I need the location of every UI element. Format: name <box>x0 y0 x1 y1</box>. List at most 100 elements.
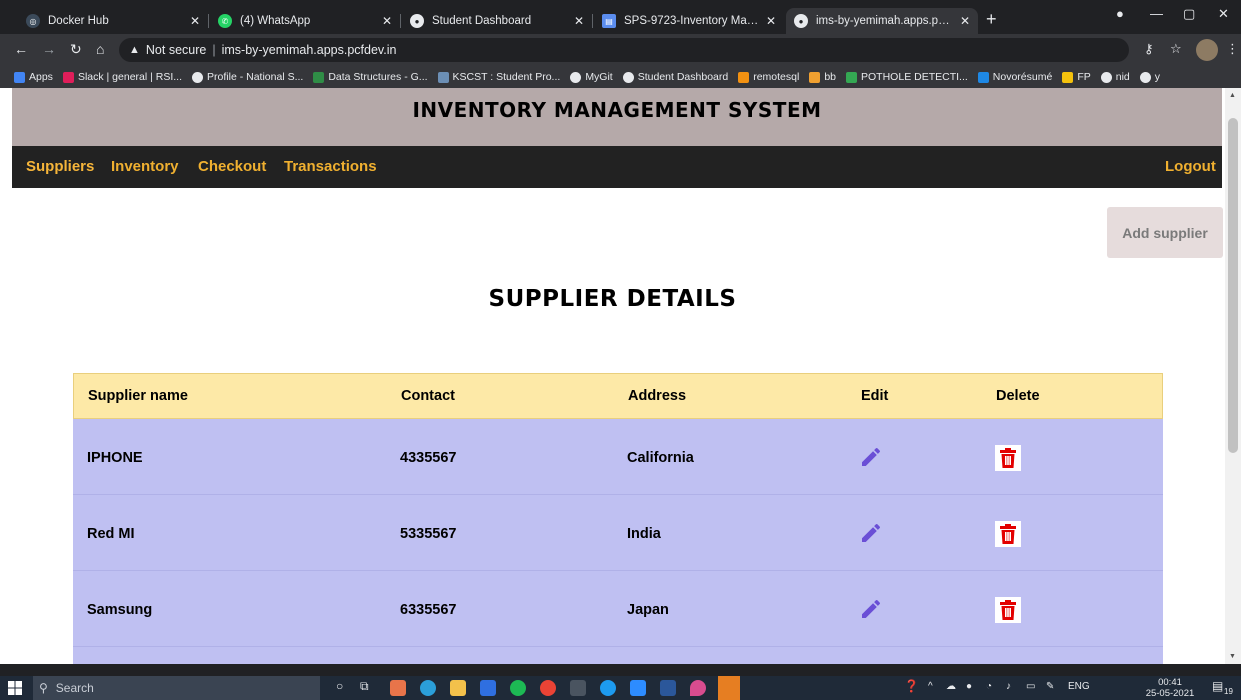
task-view-icon[interactable]: ⧉ <box>360 679 369 694</box>
close-tab-icon[interactable]: ✕ <box>574 14 584 28</box>
docker-icon[interactable] <box>600 680 616 696</box>
globe-icon: ● <box>410 14 424 28</box>
page-scrollbar[interactable]: ▲ ▼ <box>1225 88 1241 664</box>
supplier-name: Samsung <box>87 602 153 618</box>
terminal-icon[interactable] <box>570 680 586 696</box>
apps-grid-icon <box>14 71 25 83</box>
nav-suppliers[interactable]: Suppliers <box>26 158 94 175</box>
whatsapp-icon: ✆ <box>218 14 232 28</box>
bookmark-kscst[interactable]: KSCST : Student Pro... <box>437 71 560 83</box>
delete-trash-icon[interactable] <box>995 521 1021 547</box>
add-supplier-button[interactable]: Add supplier <box>1107 207 1223 258</box>
file-explorer-icon[interactable] <box>450 680 466 696</box>
office-icon[interactable] <box>390 680 406 696</box>
supplier-address: California <box>627 450 694 466</box>
cloud-icon[interactable]: ☁ <box>946 681 956 692</box>
volume-icon[interactable]: ♪ <box>1006 681 1011 692</box>
close-tab-icon[interactable]: ✕ <box>960 14 970 28</box>
help-icon[interactable]: ❓ <box>904 679 919 693</box>
site-title: INVENTORY MANAGEMENT SYSTEM <box>412 98 822 122</box>
windows-start-icon[interactable] <box>8 681 22 695</box>
clock-time: 00:41 <box>1158 677 1182 688</box>
novoresume-icon <box>977 71 989 83</box>
bookmark-slack[interactable]: Slack | general | RSI... <box>62 71 182 83</box>
cortana-icon[interactable]: ○ <box>336 679 343 693</box>
delete-trash-icon[interactable] <box>995 445 1021 471</box>
url-input[interactable]: ▲ Not secure | ims-by-yemimah.apps.pcfde… <box>119 38 1129 62</box>
column-header-delete: Delete <box>996 388 1040 404</box>
bookmark-bb[interactable]: bb <box>809 71 836 83</box>
tab-search-icon[interactable]: ● <box>1116 6 1124 21</box>
edit-pencil-icon[interactable] <box>859 597 883 621</box>
powerbi-icon[interactable] <box>718 676 740 700</box>
taskbar-search-input[interactable]: ⚲ Search <box>33 676 320 700</box>
tab-docker-hub[interactable]: ◎ Docker Hub ✕ <box>18 8 208 34</box>
avatar[interactable] <box>1196 39 1218 61</box>
bookmark-data-structures[interactable]: Data Structures - G... <box>313 71 428 83</box>
wifi-icon[interactable]: ◔ <box>986 681 992 692</box>
slack-icon <box>62 71 74 83</box>
bookmark-y[interactable]: y <box>1139 71 1160 83</box>
close-tab-icon[interactable]: ✕ <box>382 14 392 28</box>
chrome-icon[interactable] <box>540 680 556 696</box>
taskbar-clock[interactable]: 00:41 25-05-2021 <box>1145 677 1195 699</box>
edit-pencil-icon[interactable] <box>859 445 883 469</box>
home-icon[interactable]: ⌂ <box>96 41 104 57</box>
chevron-up-icon[interactable]: ^ <box>928 681 933 692</box>
bookmark-profile[interactable]: Profile - National S... <box>192 71 303 83</box>
close-tab-icon[interactable]: ✕ <box>766 14 776 28</box>
nav-checkout[interactable]: Checkout <box>198 158 266 175</box>
scroll-down-icon[interactable]: ▼ <box>1229 653 1236 660</box>
scroll-up-icon[interactable]: ▲ <box>1229 92 1236 99</box>
bookmark-mygit[interactable]: MyGit <box>570 71 613 83</box>
nav-inventory[interactable]: Inventory <box>111 158 179 175</box>
new-tab-button[interactable]: + <box>986 9 997 30</box>
mic-icon[interactable]: ● <box>966 681 972 692</box>
tab-sps-inventory[interactable]: ▤ SPS-9723-Inventory Managment ✕ <box>594 8 784 34</box>
maximize-icon[interactable]: ▢ <box>1183 6 1195 22</box>
browser-tab-strip: ◎ Docker Hub ✕ ✆ (4) WhatsApp ✕ ● Studen… <box>0 0 1241 34</box>
bookmark-student-dashboard[interactable]: Student Dashboard <box>622 71 728 83</box>
battery-icon[interactable]: ▭ <box>1026 681 1035 692</box>
tab-student-dashboard[interactable]: ● Student Dashboard ✕ <box>402 8 592 34</box>
pen-icon[interactable]: ✎ <box>1046 681 1054 692</box>
bookmark-nid[interactable]: nid <box>1100 71 1130 83</box>
table-row: IPHONE 4335567 California <box>73 419 1163 495</box>
windows-taskbar: ⚲ Search ○ ⧉ ❓ ^ ☁ ● ◔ ♪ ▭ ✎ ENG 00:41 2… <box>0 676 1241 700</box>
paint-icon[interactable] <box>690 680 706 696</box>
zoom-icon[interactable] <box>630 680 646 696</box>
word-icon[interactable] <box>660 680 676 696</box>
bb-icon <box>809 71 821 83</box>
scrollbar-thumb[interactable] <box>1228 118 1238 453</box>
nav-transactions[interactable]: Transactions <box>284 158 377 175</box>
bookmark-apps[interactable]: Apps <box>14 71 53 83</box>
tab-ims-active[interactable]: ● ims-by-yemimah.apps.pcfdev.in ✕ <box>786 8 978 34</box>
close-tab-icon[interactable]: ✕ <box>190 14 200 28</box>
logout-link[interactable]: Logout <box>1165 158 1216 175</box>
close-window-icon[interactable]: ✕ <box>1218 6 1229 22</box>
bookmark-novoresume[interactable]: Novorésumé <box>977 71 1052 83</box>
notification-icon[interactable]: ▤ <box>1212 679 1223 693</box>
column-header-edit: Edit <box>861 388 889 404</box>
key-icon[interactable]: ⚷ <box>1144 41 1154 57</box>
bookmark-pothole[interactable]: POTHOLE DETECTI... <box>846 71 968 83</box>
warning-icon: ▲ <box>129 44 140 56</box>
bookmark-fp[interactable]: FP <box>1062 71 1091 83</box>
forward-icon[interactable]: → <box>42 41 56 57</box>
drive-icon <box>846 71 858 83</box>
bookmark-remotesql[interactable]: remotesql <box>738 71 799 83</box>
clock-date: 25-05-2021 <box>1145 688 1195 699</box>
minimize-icon[interactable]: — <box>1150 6 1163 21</box>
star-icon[interactable]: ☆ <box>1170 41 1182 57</box>
edit-pencil-icon[interactable] <box>859 521 883 545</box>
delete-trash-icon[interactable] <box>995 597 1021 623</box>
edge-icon[interactable] <box>420 680 436 696</box>
dropbox-icon[interactable] <box>480 680 496 696</box>
back-icon[interactable]: ← <box>14 41 28 57</box>
globe-icon <box>1139 71 1151 83</box>
reload-icon[interactable]: ↻ <box>70 41 82 58</box>
menu-icon[interactable]: ⋮ <box>1226 41 1239 57</box>
tab-whatsapp[interactable]: ✆ (4) WhatsApp ✕ <box>210 8 400 34</box>
spotify-icon[interactable] <box>510 680 526 696</box>
language-indicator[interactable]: ENG <box>1068 681 1090 692</box>
